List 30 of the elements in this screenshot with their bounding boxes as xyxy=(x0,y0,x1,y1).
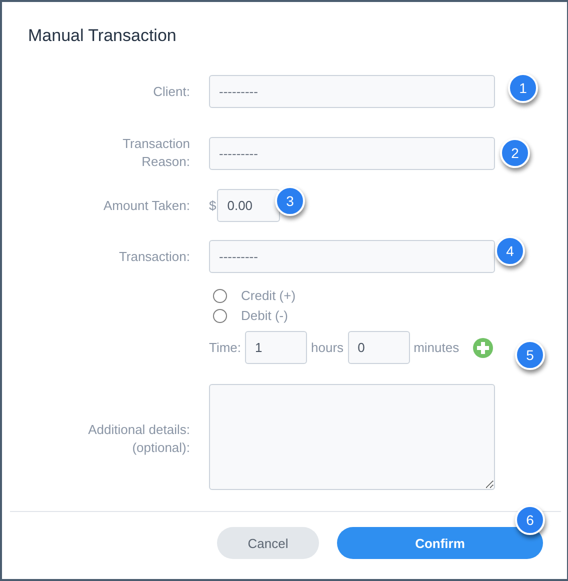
step-badge: 2 xyxy=(500,138,530,168)
minutes-field[interactable]: 0 xyxy=(348,331,410,364)
step-badge: 5 xyxy=(515,340,545,370)
field-label: Additional details: (optional): xyxy=(88,420,190,456)
step-badge: 3 xyxy=(275,186,305,216)
confirm-button[interactable]: Confirm xyxy=(337,527,543,559)
field-label: Time: xyxy=(209,340,242,355)
select-field[interactable]: --------- xyxy=(209,75,495,108)
select-field[interactable]: --------- xyxy=(209,240,495,273)
radio-label: Credit (+) xyxy=(241,288,296,303)
field-label: Transaction Reason: xyxy=(122,135,190,171)
amount-field[interactable]: 0.00 xyxy=(217,189,280,222)
unit-label: minutes xyxy=(414,340,460,355)
add-icon[interactable] xyxy=(473,338,494,358)
radio-label: Debit (-) xyxy=(241,308,288,323)
step-badge: 4 xyxy=(495,236,525,266)
dialog-title: Manual Transaction xyxy=(28,26,176,46)
currency-symbol: $ xyxy=(209,198,216,213)
unit-label: hours xyxy=(311,340,344,355)
radio-button[interactable] xyxy=(213,308,227,322)
field-label: Transaction: xyxy=(118,248,190,266)
step-badge: 1 xyxy=(508,73,538,103)
radio-button[interactable] xyxy=(213,288,227,302)
hours-field[interactable]: 1 xyxy=(245,331,308,364)
select-field[interactable]: --------- xyxy=(209,136,495,170)
cancel-button[interactable]: Cancel xyxy=(217,527,319,559)
step-badge: 6 xyxy=(515,505,545,535)
field-label: Amount Taken: xyxy=(104,196,190,214)
details-field[interactable] xyxy=(209,384,495,490)
field-label: Client: xyxy=(153,82,190,100)
